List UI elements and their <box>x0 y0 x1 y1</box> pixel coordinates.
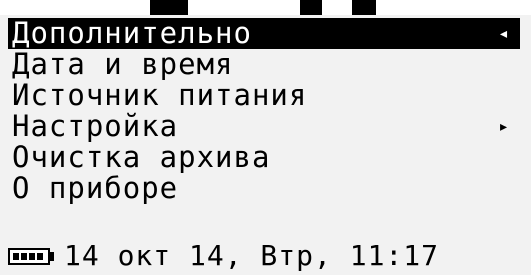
battery-tip <box>50 252 54 261</box>
menu-item-about-device[interactable]: О приборе <box>8 173 520 204</box>
menu-item-label: Очистка архива <box>12 140 271 174</box>
menu-list: Дополнительно ◂ Дата и время Источник пи… <box>8 18 520 204</box>
menu-item-additional[interactable]: Дополнительно ◂ <box>8 18 520 49</box>
menu-item-clear-archive[interactable]: Очистка архива <box>8 142 520 173</box>
status-datetime: 14 окт 14, Втр, 11:17 <box>64 239 440 272</box>
battery-level-fill <box>13 253 45 260</box>
menu-item-label: О приборе <box>12 171 179 205</box>
status-bar: 14 окт 14, Втр, 11:17 <box>8 242 523 270</box>
frame-segment <box>352 0 376 15</box>
menu-item-label: Дополнительно <box>12 16 252 50</box>
device-screen: Дополнительно ◂ Дата и время Источник пи… <box>0 15 531 275</box>
menu-item-power-source[interactable]: Источник питания <box>8 80 520 111</box>
menu-item-settings[interactable]: Настройка ▸ <box>8 111 520 142</box>
menu-item-label: Настройка <box>12 109 179 143</box>
submenu-arrow-icon: ▸ <box>498 116 510 137</box>
frame-segment <box>300 0 322 15</box>
back-arrow-icon: ◂ <box>498 23 510 44</box>
frame-segment <box>150 0 188 15</box>
menu-item-label: Источник питания <box>12 78 308 112</box>
menu-item-label: Дата и время <box>12 47 234 81</box>
top-frame-strip <box>0 0 531 15</box>
menu-item-date-time[interactable]: Дата и время <box>8 49 520 80</box>
battery-full-icon <box>8 248 50 265</box>
